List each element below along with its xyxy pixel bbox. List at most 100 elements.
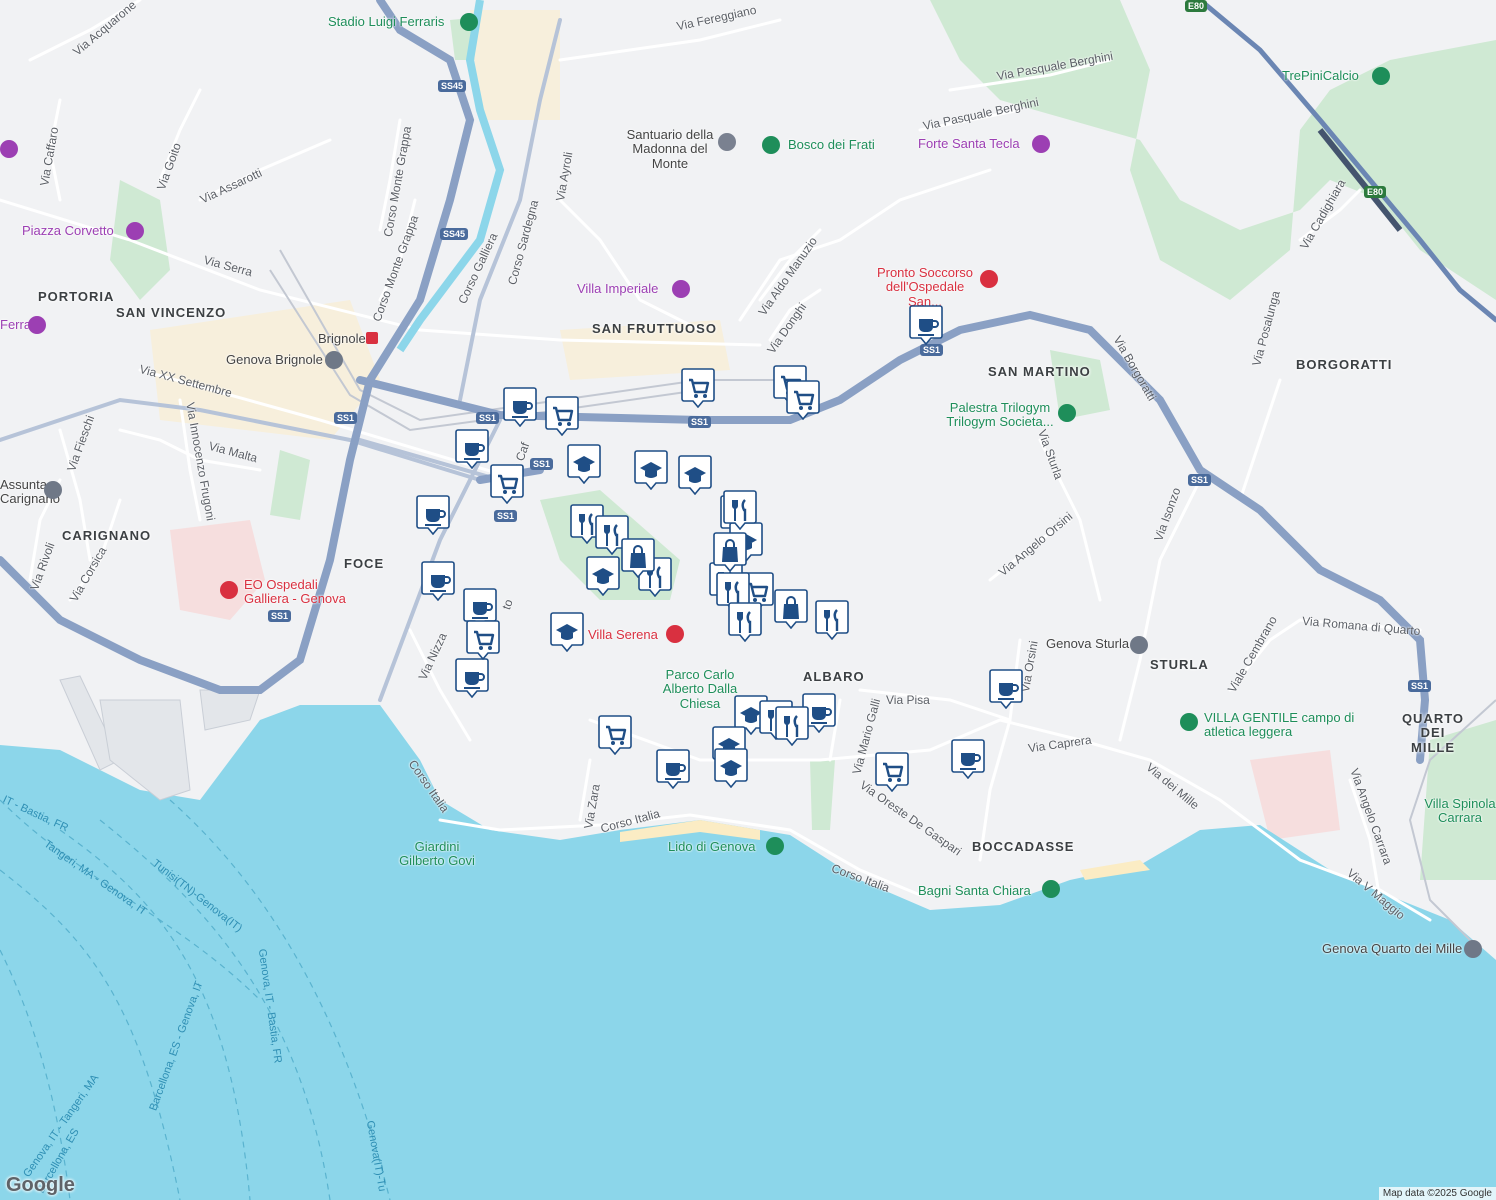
cafe-icon (909, 305, 943, 346)
grocery-icon (598, 715, 632, 756)
road-shield: E80 (1364, 186, 1387, 198)
district-label: SAN VINCENZO (116, 305, 227, 320)
camera-icon (0, 140, 18, 158)
road-shield: SS1 (476, 412, 500, 424)
poi-label[interactable]: Villa Spinola Carrara (1420, 796, 1496, 826)
poi-label[interactable]: Santuario della Madonna del Monte (620, 127, 720, 171)
grocery-pin[interactable] (545, 396, 579, 437)
camera-icon (28, 316, 46, 334)
grocery-pin[interactable] (875, 752, 909, 793)
grocery-icon (786, 380, 820, 421)
restaurant-pin[interactable] (723, 490, 757, 531)
road-shield: SS1 (920, 344, 944, 356)
district-label: BORGORATTI (1296, 357, 1393, 372)
school-icon (634, 450, 668, 491)
poi-label[interactable]: Pronto Soccorso dell'Ospedale San... (870, 265, 980, 309)
grocery-pin[interactable] (786, 380, 820, 421)
poi-label[interactable]: EO Ospedali Galliera - Genova (244, 577, 364, 607)
restaurant-pin[interactable] (728, 602, 762, 643)
shopping-pin[interactable] (621, 538, 655, 579)
grocery-icon (875, 752, 909, 793)
poi-label[interactable]: Villa Serena (588, 627, 658, 642)
grocery-pin[interactable] (466, 620, 500, 661)
cafe-pin[interactable] (909, 305, 943, 346)
poi-label[interactable]: Assunta Carignano (0, 477, 60, 507)
cafe-pin[interactable] (416, 495, 450, 536)
school-pin[interactable] (550, 612, 584, 653)
cafe-pin[interactable] (455, 658, 489, 699)
road-shield: SS1 (268, 610, 292, 622)
poi-label[interactable]: Brignole (318, 331, 366, 346)
grocery-pin[interactable] (598, 715, 632, 756)
train-icon (325, 351, 343, 369)
gym-icon (1058, 404, 1076, 422)
restaurant-pin[interactable] (775, 706, 809, 747)
cafe-pin[interactable] (989, 669, 1023, 710)
camera-icon (126, 222, 144, 240)
poi-label[interactable]: Genova Sturla (1046, 636, 1129, 651)
poi-label[interactable]: Giardini Gilberto Govi (392, 839, 482, 869)
google-logo: Google (6, 1174, 75, 1196)
restaurant-icon (815, 600, 849, 641)
cafe-pin[interactable] (455, 429, 489, 470)
grocery-pin[interactable] (490, 464, 524, 505)
grocery-icon (466, 620, 500, 661)
poi-label[interactable]: Stadio Luigi Ferraris (328, 14, 444, 29)
restaurant-icon (775, 706, 809, 747)
metro-icon (366, 332, 378, 344)
road-shield: SS1 (1408, 680, 1432, 692)
road-shield: E80 (1185, 0, 1208, 12)
shopping-pin[interactable] (713, 532, 747, 573)
beach-icon (1042, 880, 1060, 898)
school-pin[interactable] (714, 748, 748, 789)
school-icon (567, 444, 601, 485)
shopping-icon (713, 532, 747, 573)
poi-label[interactable]: Bosco dei Frati (788, 137, 875, 152)
hospital-icon (980, 270, 998, 288)
cafe-icon (951, 739, 985, 780)
shopping-icon (621, 538, 655, 579)
road-shield: SS45 (438, 80, 467, 92)
street-label: Via Pisa (886, 693, 930, 707)
poi-label[interactable]: Piazza Corvetto (22, 223, 114, 238)
grocery-pin[interactable] (681, 368, 715, 409)
cafe-icon (421, 561, 455, 602)
cafe-icon (455, 658, 489, 699)
school-pin[interactable] (634, 450, 668, 491)
school-pin[interactable] (678, 455, 712, 496)
poi-label[interactable]: Palestra Trilogym Trilogym Societa... (940, 400, 1060, 430)
sports-icon (1180, 713, 1198, 731)
poi-label[interactable]: VILLA GENTILE campo di atletica leggera (1204, 710, 1364, 740)
school-pin[interactable] (567, 444, 601, 485)
school-pin[interactable] (586, 556, 620, 597)
hospital-icon (220, 581, 238, 599)
map-canvas[interactable]: PORTORIA SAN VINCENZO CARIGNANO FOCE SAN… (0, 0, 1496, 1200)
poi-label[interactable]: Bagni Santa Chiara (918, 883, 1031, 898)
grocery-icon (545, 396, 579, 437)
map-attribution[interactable]: Map data ©2025 Google (1378, 1187, 1496, 1200)
school-icon (550, 612, 584, 653)
cafe-pin[interactable] (421, 561, 455, 602)
district-label: STURLA (1150, 657, 1209, 672)
cafe-pin[interactable] (951, 739, 985, 780)
road-shield: SS1 (530, 458, 554, 470)
road-shield: SS1 (334, 412, 358, 424)
school-icon (586, 556, 620, 597)
poi-label[interactable]: Genova Quarto dei Mille (1322, 941, 1462, 956)
restaurant-pin[interactable] (815, 600, 849, 641)
shopping-pin[interactable] (774, 589, 808, 630)
cafe-pin[interactable] (503, 387, 537, 428)
poi-label[interactable]: Villa Imperiale (577, 281, 658, 296)
church-icon (44, 481, 62, 499)
train-icon (1464, 940, 1482, 958)
cafe-pin[interactable] (656, 749, 690, 790)
poi-label[interactable]: Lido di Genova (668, 839, 755, 854)
district-label: QUARTO DEI MILLE (1401, 711, 1465, 755)
cafe-icon (656, 749, 690, 790)
stadium-icon (460, 13, 478, 31)
poi-label[interactable]: Genova Brignole (226, 352, 323, 367)
grocery-icon (490, 464, 524, 505)
poi-label[interactable]: TrePiniCalcio (1282, 68, 1359, 83)
poi-label[interactable]: Forte Santa Tecla (918, 136, 1020, 151)
camera-icon (672, 280, 690, 298)
